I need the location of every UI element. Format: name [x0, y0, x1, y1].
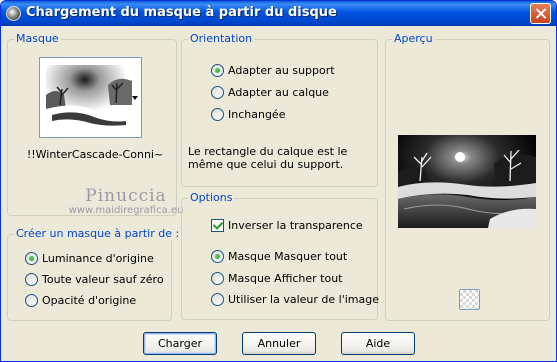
mask-thumbnail [46, 65, 132, 131]
radio-button[interactable] [25, 272, 38, 286]
title-bar[interactable]: Chargement du masque à partir du disque [1, 1, 556, 26]
mask-thumbnail-dropdown[interactable] [39, 57, 142, 138]
creer-group-title: Créer un masque à partir de : [14, 227, 182, 240]
radio-button[interactable] [211, 292, 224, 306]
radio-label: Inchangée [228, 107, 286, 121]
preview-image [398, 135, 536, 228]
watermark-name: Pinuccia [85, 186, 167, 206]
radio-label: Utiliser la valeur de l'image [228, 292, 379, 306]
watermark-url: www.maidiregrafica.eu [68, 205, 184, 216]
radio-luminance[interactable]: Luminance d'origine [25, 250, 154, 266]
radio-label: Adapter au calque [228, 85, 329, 99]
aide-button[interactable]: Aide [341, 332, 415, 355]
radio-opacite[interactable]: Opacité d'origine [25, 292, 136, 308]
radio-button[interactable] [211, 85, 224, 99]
options-group-title: Options [188, 191, 235, 204]
radio-label: Adapter au support [228, 63, 335, 77]
orientation-description: Le rectangle du calque est le même que c… [188, 145, 348, 171]
watermark: Pinuccia www.maidiregrafica.eu [56, 187, 196, 217]
checkbox-inverser[interactable]: Inverser la transparence [211, 217, 363, 233]
radio-label: Masque Masquer tout [228, 249, 348, 263]
close-icon[interactable] [530, 3, 551, 24]
radio-button[interactable] [211, 271, 224, 285]
radio-label: Masque Afficher tout [228, 271, 343, 285]
checkbox-label: Inverser la transparence [228, 218, 363, 232]
app-icon [6, 6, 21, 21]
preview-background-button[interactable] [459, 289, 480, 310]
orientation-group-title: Orientation [188, 32, 255, 45]
radio-label: Opacité d'origine [42, 293, 137, 307]
radio-afficher-tout[interactable]: Masque Afficher tout [211, 270, 342, 286]
checkbox[interactable] [211, 218, 224, 232]
chevron-down-icon[interactable] [132, 96, 138, 100]
radio-valeur-image[interactable]: Utiliser la valeur de l'image [211, 291, 379, 307]
radio-button[interactable] [25, 293, 38, 307]
radio-adapter-support[interactable]: Adapter au support [211, 62, 335, 78]
radio-masquer-tout[interactable]: Masque Masquer tout [211, 248, 347, 264]
apercu-group-title: Aperçu [392, 32, 435, 45]
masque-group-title: Masque [14, 32, 61, 45]
window-title: Chargement du masque à partir du disque [26, 5, 337, 20]
radio-button[interactable] [25, 251, 38, 265]
radio-toute-valeur[interactable]: Toute valeur sauf zéro [25, 271, 164, 287]
annuler-button[interactable]: Annuler [242, 332, 316, 355]
radio-inchangee[interactable]: Inchangée [211, 106, 285, 122]
radio-button[interactable] [211, 249, 224, 263]
radio-button[interactable] [211, 63, 224, 77]
radio-adapter-calque[interactable]: Adapter au calque [211, 84, 329, 100]
charger-button[interactable]: Charger [143, 332, 217, 355]
radio-label: Toute valeur sauf zéro [42, 272, 164, 286]
mask-filename: !!WinterCascade-Conni~ [26, 148, 164, 161]
radio-button[interactable] [211, 107, 224, 121]
radio-label: Luminance d'origine [42, 251, 154, 265]
dialog-window: Chargement du masque à partir du disque … [0, 0, 557, 362]
